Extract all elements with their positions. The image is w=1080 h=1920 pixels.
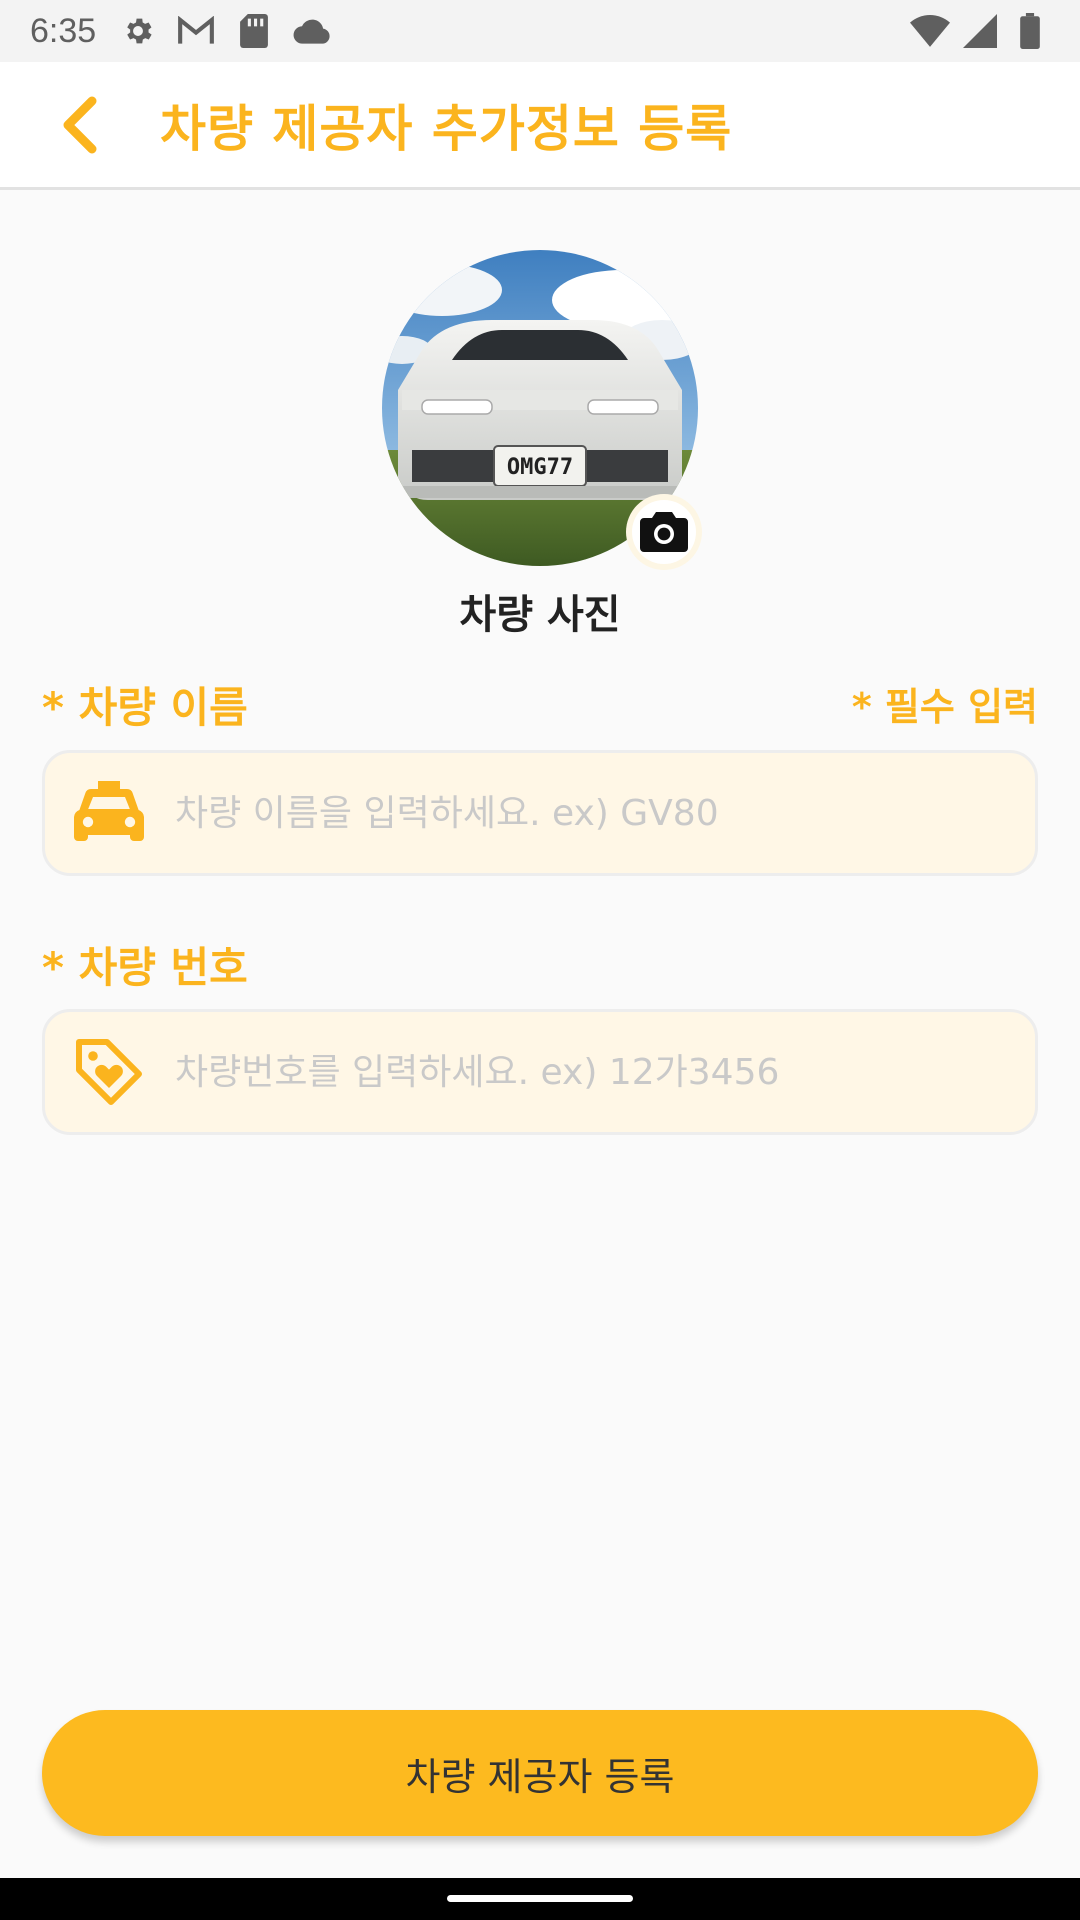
screen: 6:35 차량 제공자 추가정보 등록 OMG77 차량 사진 * 차량 이름 … xyxy=(0,0,1080,1920)
car-number-input[interactable] xyxy=(175,1032,1035,1112)
car-name-input[interactable] xyxy=(175,773,1035,853)
license-plate: OMG77 xyxy=(507,455,573,480)
tag-heart-icon xyxy=(69,1032,149,1112)
taxi-icon xyxy=(69,773,149,853)
wifi-icon xyxy=(910,11,950,51)
photo-label: 차량 사진 xyxy=(459,592,621,638)
battery-icon xyxy=(1010,11,1050,51)
car-name-label: * 차량 이름 xyxy=(42,683,248,732)
camera-icon xyxy=(640,512,688,552)
camera-button-inner xyxy=(632,500,696,564)
camera-button[interactable] xyxy=(626,494,702,570)
status-icons-left xyxy=(118,11,332,51)
car-photo-container: OMG77 xyxy=(382,250,702,570)
register-provider-button[interactable]: 차량 제공자 등록 xyxy=(42,1710,1038,1836)
cellular-icon xyxy=(960,11,1000,51)
settings-icon xyxy=(118,11,158,51)
cloud-icon xyxy=(292,11,332,51)
status-icons-right xyxy=(910,11,1050,51)
status-bar: 6:35 xyxy=(0,0,1080,62)
sd-card-icon xyxy=(234,11,274,51)
navigation-bar xyxy=(0,1878,1080,1920)
back-button[interactable] xyxy=(38,85,118,165)
gmail-icon xyxy=(176,11,216,51)
app-bar: 차량 제공자 추가정보 등록 xyxy=(0,62,1080,190)
required-note: * 필수 입력 xyxy=(851,685,1038,729)
page-title: 차량 제공자 추가정보 등록 xyxy=(160,99,733,158)
car-number-label: * 차량 번호 xyxy=(42,943,248,992)
chevron-left-icon xyxy=(63,96,97,153)
status-time: 6:35 xyxy=(30,11,97,50)
car-number-field[interactable] xyxy=(42,1009,1038,1135)
car-name-field[interactable] xyxy=(42,750,1038,876)
home-indicator[interactable] xyxy=(447,1894,633,1902)
